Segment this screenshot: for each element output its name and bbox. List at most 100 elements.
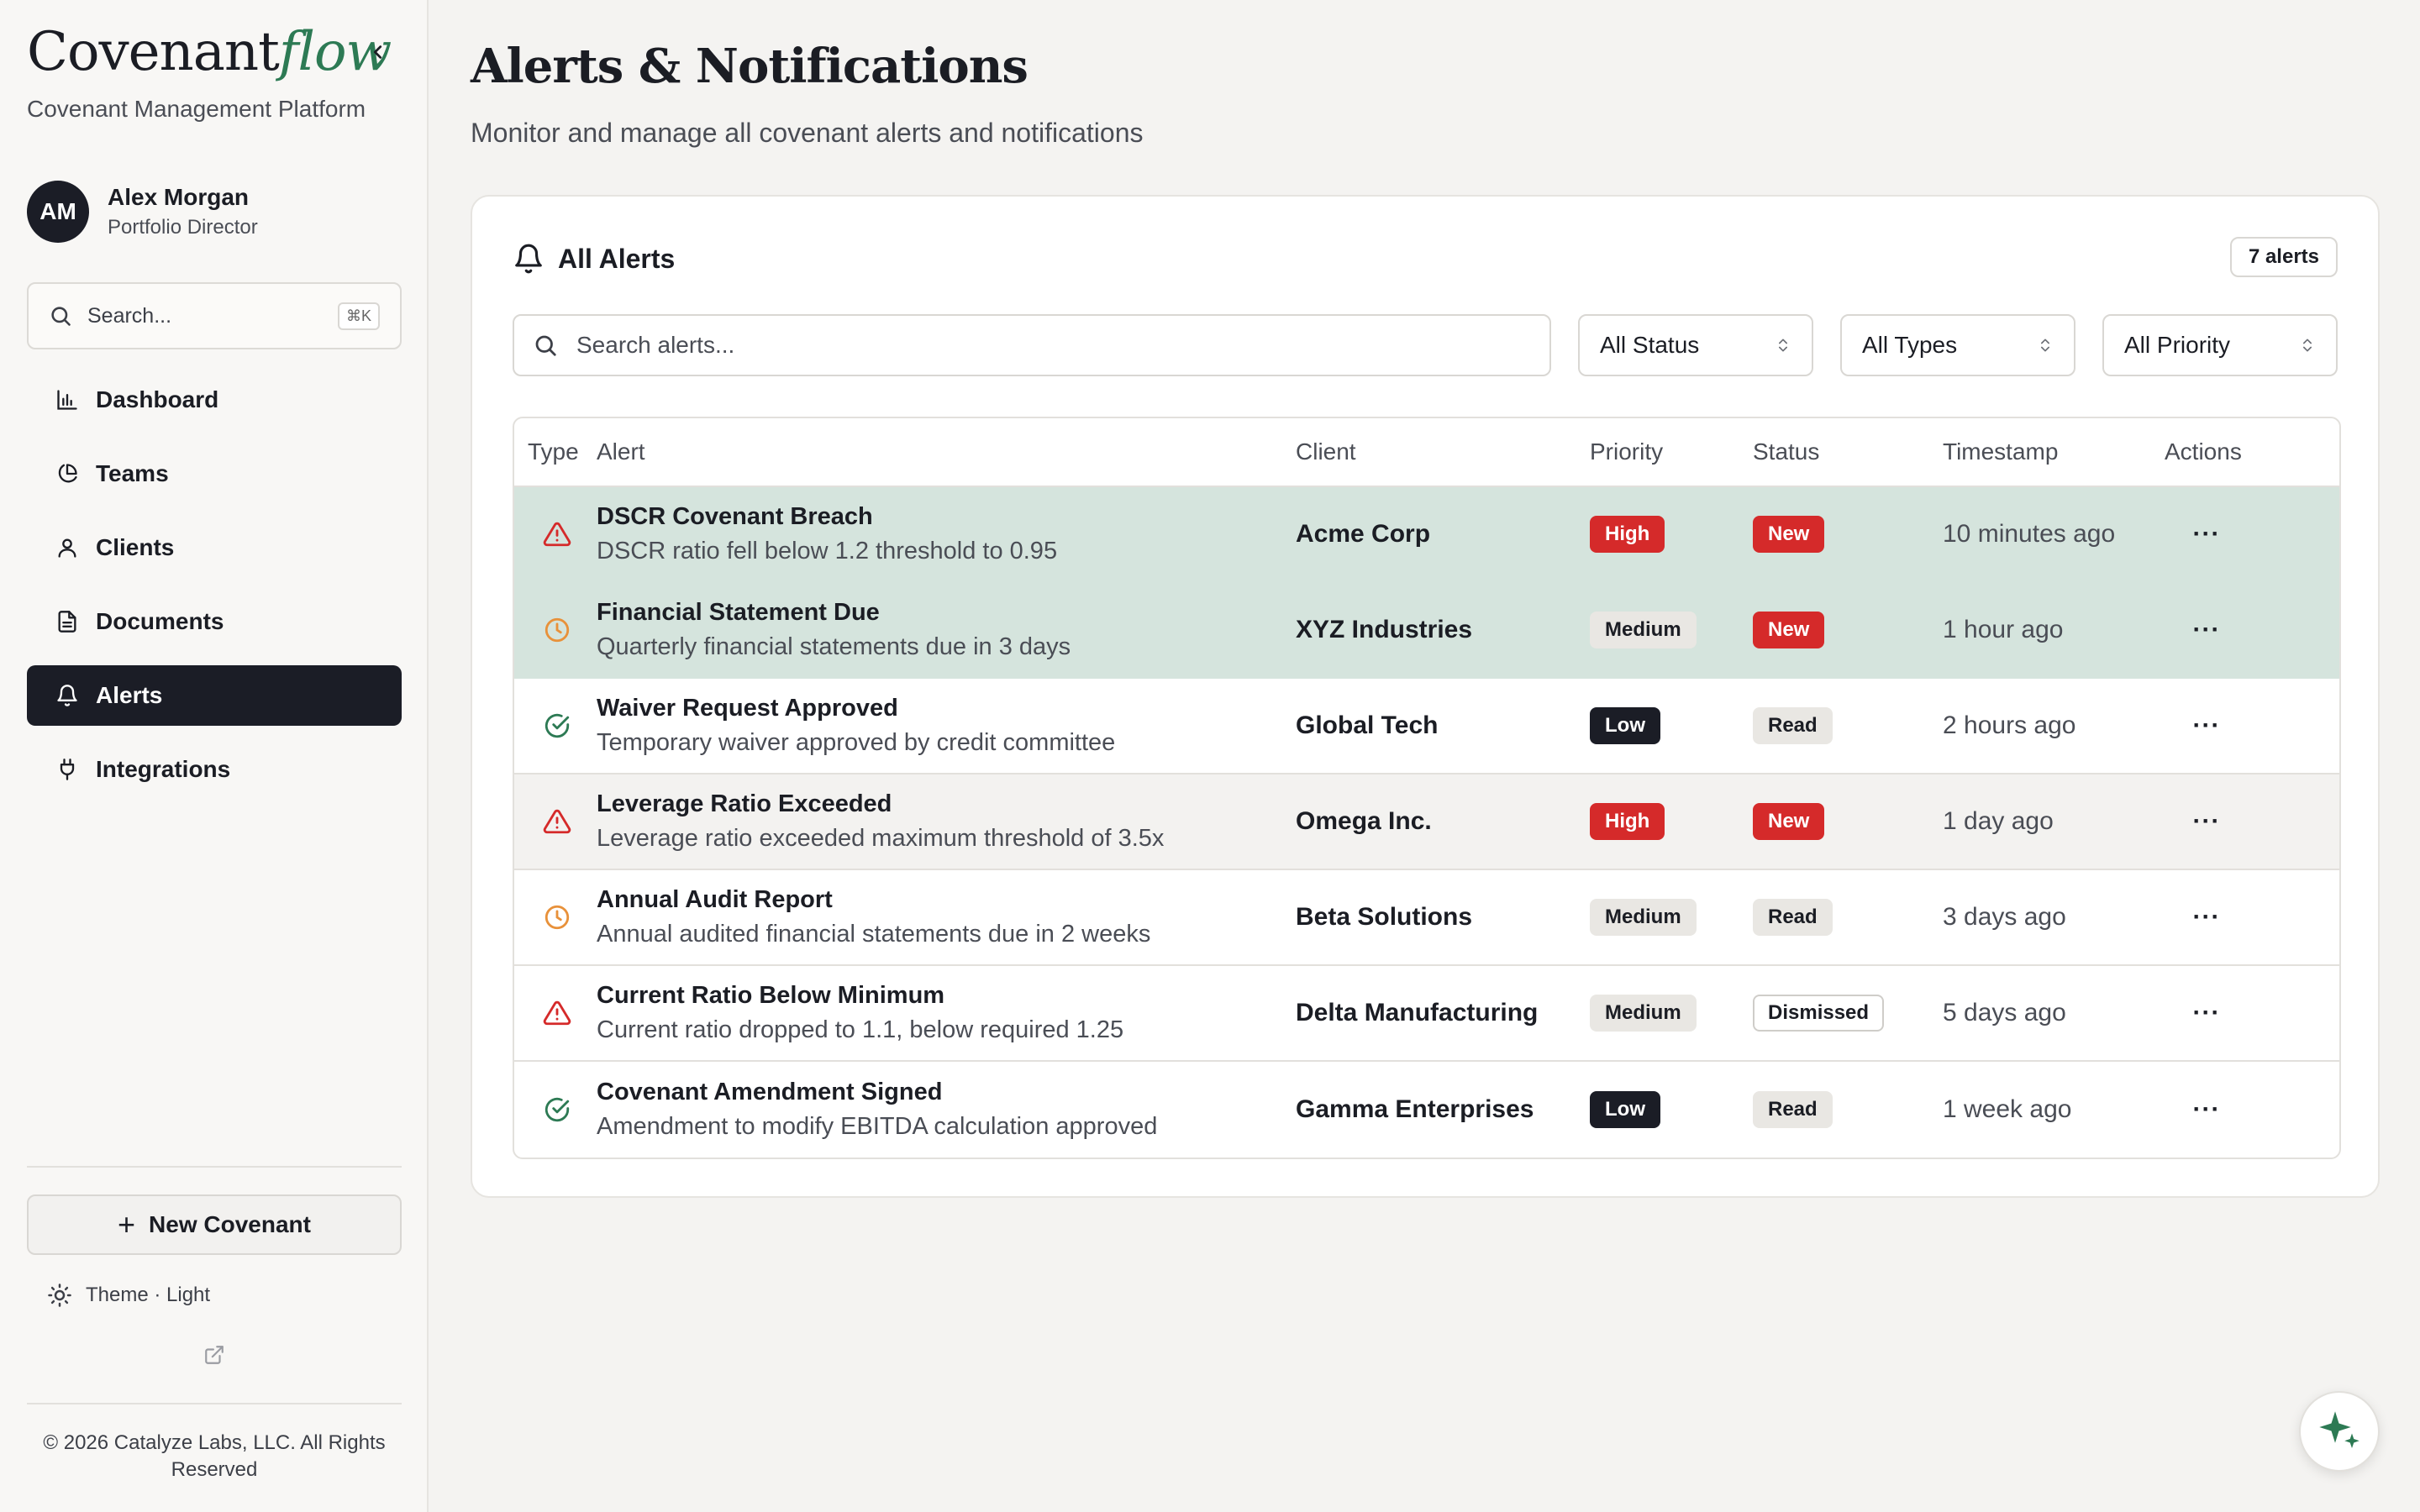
user-profile[interactable]: AM Alex Morgan Portfolio Director: [27, 180, 397, 244]
more-actions-button[interactable]: ···: [2186, 902, 2227, 932]
document-icon: [54, 608, 81, 635]
external-link-icon: [205, 1346, 224, 1364]
nav-item-documents[interactable]: Documents: [27, 591, 402, 652]
more-actions-button[interactable]: ···: [2186, 998, 2227, 1028]
nav-item-alerts[interactable]: Alerts: [27, 665, 402, 726]
card-header: All Alerts: [513, 239, 675, 279]
type-filter-select[interactable]: All Types: [1840, 314, 2075, 376]
nav-label: Integrations: [96, 756, 231, 782]
status-badge: Read: [1753, 899, 1833, 936]
chevron-up-down-icon: [2303, 339, 2312, 352]
alerts-search-input[interactable]: [576, 332, 1501, 359]
alert-title: Financial Statement Due: [597, 599, 880, 626]
more-actions-button[interactable]: ···: [2186, 519, 2227, 549]
bell-icon: [515, 244, 542, 274]
more-actions-button[interactable]: ···: [2186, 1095, 2227, 1125]
priority-filter-value: All Priority: [2124, 332, 2231, 358]
more-actions-button[interactable]: ···: [2186, 806, 2227, 837]
timestamp-cell: 1 day ago: [1943, 807, 2054, 835]
table-row[interactable]: Annual Audit Report Annual audited finan…: [514, 870, 2339, 966]
ellipsis-icon: ···: [2192, 999, 2221, 1026]
alert-description: Current ratio dropped to 1.1, below requ…: [597, 1016, 1124, 1043]
collapse-sidebar-button[interactable]: [363, 37, 393, 67]
alert-title: Waiver Request Approved: [597, 695, 898, 722]
status-badge: New: [1753, 612, 1825, 648]
plug-icon: [54, 756, 81, 783]
table-row[interactable]: Financial Statement Due Quarterly financ…: [514, 583, 2339, 679]
ellipsis-icon: ···: [2192, 616, 2221, 643]
alerts-table: Type Alert Client Priority Status Timest…: [513, 417, 2341, 1159]
table-row[interactable]: Leverage Ratio Exceeded Leverage ratio e…: [514, 774, 2339, 870]
warning-triangle-icon: [543, 522, 571, 547]
status-filter-select[interactable]: All Status: [1578, 314, 1813, 376]
timestamp-cell: 3 days ago: [1943, 903, 2066, 931]
more-actions-button[interactable]: ···: [2186, 711, 2227, 741]
status-badge: Read: [1753, 1091, 1833, 1128]
column-header-alert[interactable]: Alert: [597, 438, 1296, 465]
timestamp-cell: 10 minutes ago: [1943, 520, 2116, 548]
nav-label: Documents: [96, 608, 224, 634]
priority-badge: High: [1590, 803, 1665, 840]
status-badge: New: [1753, 516, 1825, 553]
alert-cell: Leverage Ratio Exceeded Leverage ratio e…: [597, 790, 1296, 853]
priority-filter-select[interactable]: All Priority: [2102, 314, 2338, 376]
nav-item-clients[interactable]: Clients: [27, 517, 402, 578]
alert-cell: Annual Audit Report Annual audited finan…: [597, 886, 1296, 948]
alert-cell: Waiver Request Approved Temporary waiver…: [597, 695, 1296, 757]
user-icon: [54, 534, 81, 561]
table-row[interactable]: Waiver Request Approved Temporary waiver…: [514, 679, 2339, 774]
alert-cell: Financial Statement Due Quarterly financ…: [597, 599, 1296, 661]
table-row[interactable]: Covenant Amendment Signed Amendment to m…: [514, 1062, 2339, 1158]
bell-icon: [54, 682, 81, 709]
brand-word: Covenant: [27, 21, 280, 83]
column-header-actions: Actions: [2165, 438, 2242, 465]
chevron-left-icon: [373, 45, 382, 59]
alert-description: Quarterly financial statements due in 3 …: [597, 633, 1071, 660]
clock-icon: [544, 905, 570, 930]
theme-label: Theme · Light: [86, 1284, 211, 1306]
alert-description: Leverage ratio exceeded maximum threshol…: [597, 825, 1165, 852]
column-header-type[interactable]: Type: [514, 438, 597, 465]
table-header: Type Alert Client Priority Status Timest…: [514, 418, 2339, 487]
plus-icon: +: [118, 1207, 136, 1242]
column-header-timestamp[interactable]: Timestamp: [1943, 438, 2165, 465]
sidebar-search-placeholder: Search...: [87, 303, 172, 328]
bar-chart-icon: [54, 386, 81, 413]
priority-badge: High: [1590, 516, 1665, 553]
sparkle-icon: [2319, 1411, 2360, 1448]
theme-toggle[interactable]: Theme · Light: [47, 1280, 210, 1310]
column-header-client[interactable]: Client: [1296, 438, 1590, 465]
brand-subtitle: Covenant Management Platform: [27, 96, 366, 122]
priority-badge: Low: [1590, 707, 1660, 744]
table-row[interactable]: DSCR Covenant Breach DSCR ratio fell bel…: [514, 487, 2339, 583]
ai-assistant-button[interactable]: [2299, 1391, 2380, 1472]
type-cell: [514, 711, 597, 740]
nav-item-teams[interactable]: Teams: [27, 444, 402, 504]
priority-badge: Medium: [1590, 612, 1697, 648]
alert-cell: Covenant Amendment Signed Amendment to m…: [597, 1079, 1296, 1141]
search-icon: [535, 335, 556, 356]
new-covenant-button[interactable]: + New Covenant: [27, 1194, 402, 1255]
column-header-priority[interactable]: Priority: [1590, 438, 1753, 465]
external-link-button[interactable]: [203, 1344, 227, 1368]
table-row[interactable]: Current Ratio Below Minimum Current rati…: [514, 966, 2339, 1062]
status-badge: Read: [1753, 707, 1833, 744]
more-actions-button[interactable]: ···: [2186, 615, 2227, 645]
column-header-status[interactable]: Status: [1753, 438, 1943, 465]
timestamp-cell: 5 days ago: [1943, 999, 2066, 1026]
type-cell: [514, 903, 597, 932]
nav-item-dashboard[interactable]: Dashboard: [27, 370, 402, 430]
alert-description: Temporary waiver approved by credit comm…: [597, 729, 1116, 756]
sidebar-search[interactable]: Search... ⌘K: [27, 282, 402, 349]
alerts-search[interactable]: [513, 314, 1551, 376]
status-badge: Dismissed: [1753, 995, 1885, 1032]
timestamp-cell: 2 hours ago: [1943, 711, 2076, 739]
type-filter-value: All Types: [1862, 332, 1958, 358]
search-icon: [51, 307, 71, 326]
page-subtitle: Monitor and manage all covenant alerts a…: [471, 118, 1144, 148]
nav-label: Alerts: [96, 682, 163, 708]
user-role: Portfolio Director: [108, 216, 258, 239]
client-cell: Global Tech: [1296, 711, 1439, 739]
nav-item-integrations[interactable]: Integrations: [27, 739, 402, 800]
brand-logo[interactable]: Covenant flow: [27, 18, 397, 86]
